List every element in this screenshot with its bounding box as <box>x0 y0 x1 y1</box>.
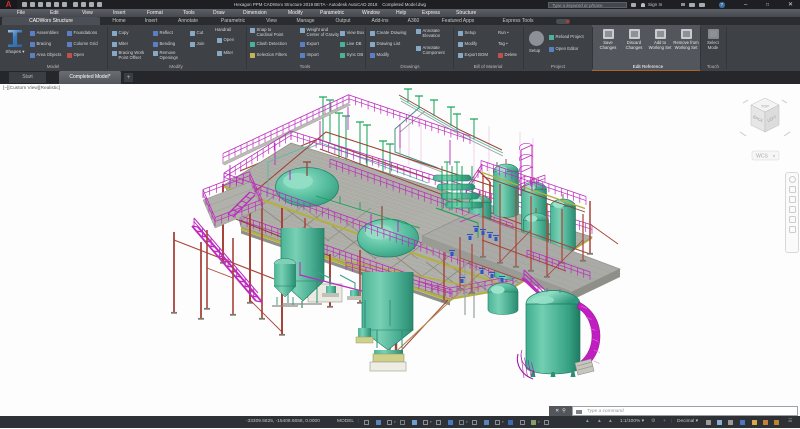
svg-text:TOP: TOP <box>761 104 769 109</box>
svg-text:WCS: WCS <box>756 154 768 160</box>
